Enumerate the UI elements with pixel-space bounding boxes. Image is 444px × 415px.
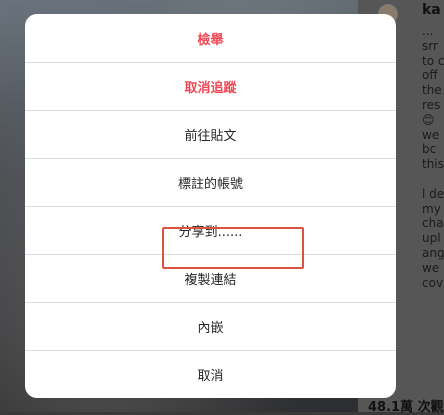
embed-button[interactable]: 內嵌 — [25, 302, 396, 350]
caption-line: upl — [422, 231, 441, 246]
caption-line: cov — [422, 275, 444, 290]
caption-line: the — [422, 83, 442, 98]
caption-line: bc — [422, 142, 437, 157]
caption-line — [422, 172, 444, 187]
copy-link-button[interactable]: 複製連結 — [25, 254, 396, 302]
caption-line: off — [422, 68, 438, 83]
caption-line: this — [422, 157, 444, 172]
caption-line: we — [422, 260, 440, 275]
caption-line: my — [422, 201, 441, 216]
caption-line: ... — [422, 24, 434, 38]
caption-line: srr — [422, 38, 438, 53]
caption-line: cha — [422, 216, 444, 231]
caption-line: to c — [422, 53, 444, 68]
report-button[interactable]: 檢舉 — [25, 14, 396, 62]
caption-text: ... srr to c off the res 😊 we bc this l … — [422, 24, 444, 290]
caption-line: res — [422, 97, 441, 112]
go-to-post-button[interactable]: 前往貼文 — [25, 110, 396, 158]
share-to-button[interactable]: 分享到...... — [25, 206, 396, 254]
caption-line: 😊 — [422, 112, 435, 127]
username: ka — [422, 2, 441, 18]
unfollow-button[interactable]: 取消追蹤 — [25, 62, 396, 110]
caption-line: ang — [422, 245, 444, 260]
tagged-accounts-button[interactable]: 標註的帳號 — [25, 158, 396, 206]
cancel-button[interactable]: 取消 — [25, 350, 396, 398]
view-count: 48.1萬 次觀 — [368, 400, 444, 415]
caption-line: we — [422, 127, 440, 142]
post-options-menu: 檢舉 取消追蹤 前往貼文 標註的帳號 分享到...... 複製連結 內嵌 取消 — [25, 14, 396, 398]
caption-line: l de — [422, 186, 444, 201]
